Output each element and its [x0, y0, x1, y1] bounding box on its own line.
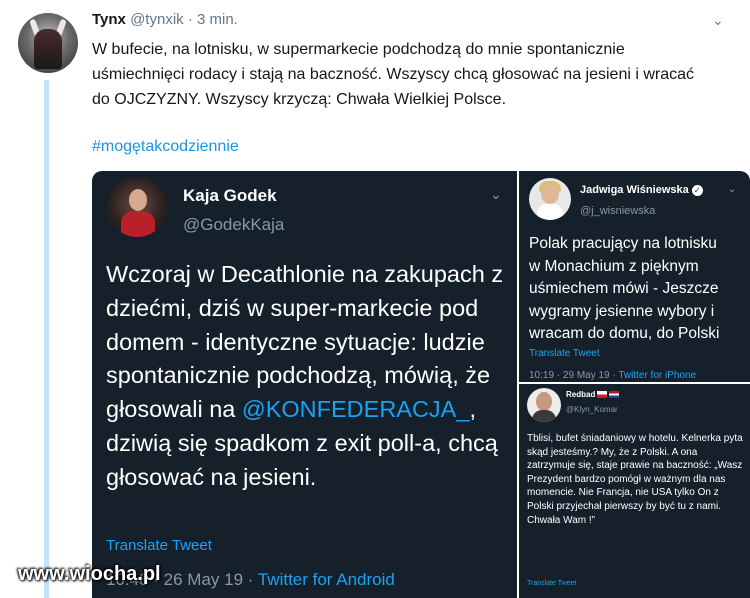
- embedded-tweet-text: Wczoraj w Decathlonie na zakupach z dzie…: [106, 258, 511, 495]
- text-line: uśmiechem mówi - Jeszcze: [529, 280, 719, 297]
- translate-tweet-link: Translate Tweet: [106, 537, 212, 554]
- avatar[interactable]: [18, 13, 78, 73]
- separator: ·: [187, 11, 193, 28]
- thread-line: [44, 80, 49, 598]
- avatar-figure: [34, 29, 62, 69]
- embedded-author-name: Jadwiga Wiśniewska ✓: [580, 184, 703, 196]
- chevron-down-icon[interactable]: ⌄: [712, 12, 724, 29]
- poland-flag-icon: [597, 391, 608, 398]
- avatar: [529, 178, 571, 220]
- embedded-author-handle: @GodekKaja: [183, 215, 285, 234]
- tweet-text: W bufecie, na lotnisku, w supermarkecie …: [92, 41, 695, 108]
- mention-link: @KONFEDERACJA_: [241, 396, 470, 423]
- avatar-head: [536, 392, 552, 411]
- chevron-down-icon: ⌄: [490, 186, 502, 202]
- client-link: Twitter for Android: [257, 570, 395, 589]
- tweet-time[interactable]: 3 min.: [197, 11, 238, 28]
- embedded-author-name: Kaja Godek: [183, 186, 277, 205]
- text-line: Polak pracujący na lotnisku: [529, 235, 717, 252]
- separator: ·: [243, 570, 258, 589]
- embedded-author-name: Redbad: [566, 390, 620, 399]
- text-line: wracam do domu, do Polski: [529, 325, 720, 342]
- avatar-body: [532, 410, 556, 422]
- author-name-text: Redbad: [566, 390, 596, 399]
- avatar: [527, 388, 561, 422]
- avatar-body: [121, 211, 155, 237]
- avatar-head: [541, 184, 559, 204]
- avatar: [107, 177, 167, 237]
- chevron-down-icon: ⌄: [728, 184, 737, 195]
- text-line: wygramy jesienne wybory i: [529, 302, 715, 320]
- avatar-head: [129, 189, 147, 211]
- tweet-date: 10:19 · 29 May 19: [529, 370, 610, 381]
- verified-icon: ✓: [691, 185, 703, 196]
- avatar-body: [537, 204, 563, 220]
- translate-tweet-link: Translate Tweet: [527, 580, 577, 587]
- embedded-author-handle: @Klyn_Komar: [566, 405, 618, 414]
- author-name[interactable]: Tynx: [92, 11, 126, 28]
- embedded-author-handle: @j_wisniewska: [580, 205, 656, 217]
- hashtag-link[interactable]: #mogętakcodziennie: [92, 138, 239, 156]
- tweet-meta: 10:19 · 29 May 19 · Twitter for iPhone: [529, 370, 696, 381]
- client-link: Twitter for iPhone: [618, 370, 697, 381]
- embedded-tweet-text: Polak pracujący na lotnisku w Monachium …: [529, 233, 750, 346]
- netherlands-flag-icon: [609, 391, 620, 398]
- author-name-text: Jadwiga Wiśniewska: [580, 184, 689, 196]
- watermark: www.wiocha.pl: [18, 563, 161, 585]
- text-line: w Monachium z pięknym: [529, 257, 699, 275]
- translate-tweet-link: Translate Tweet: [529, 348, 600, 359]
- embedded-tweet-text: Tblisi, bufet śniadaniowy w hotelu. Keln…: [527, 433, 743, 526]
- author-handle[interactable]: @tynxik: [130, 11, 184, 28]
- tweet-header: Tynx @tynxik · 3 min.: [92, 11, 238, 28]
